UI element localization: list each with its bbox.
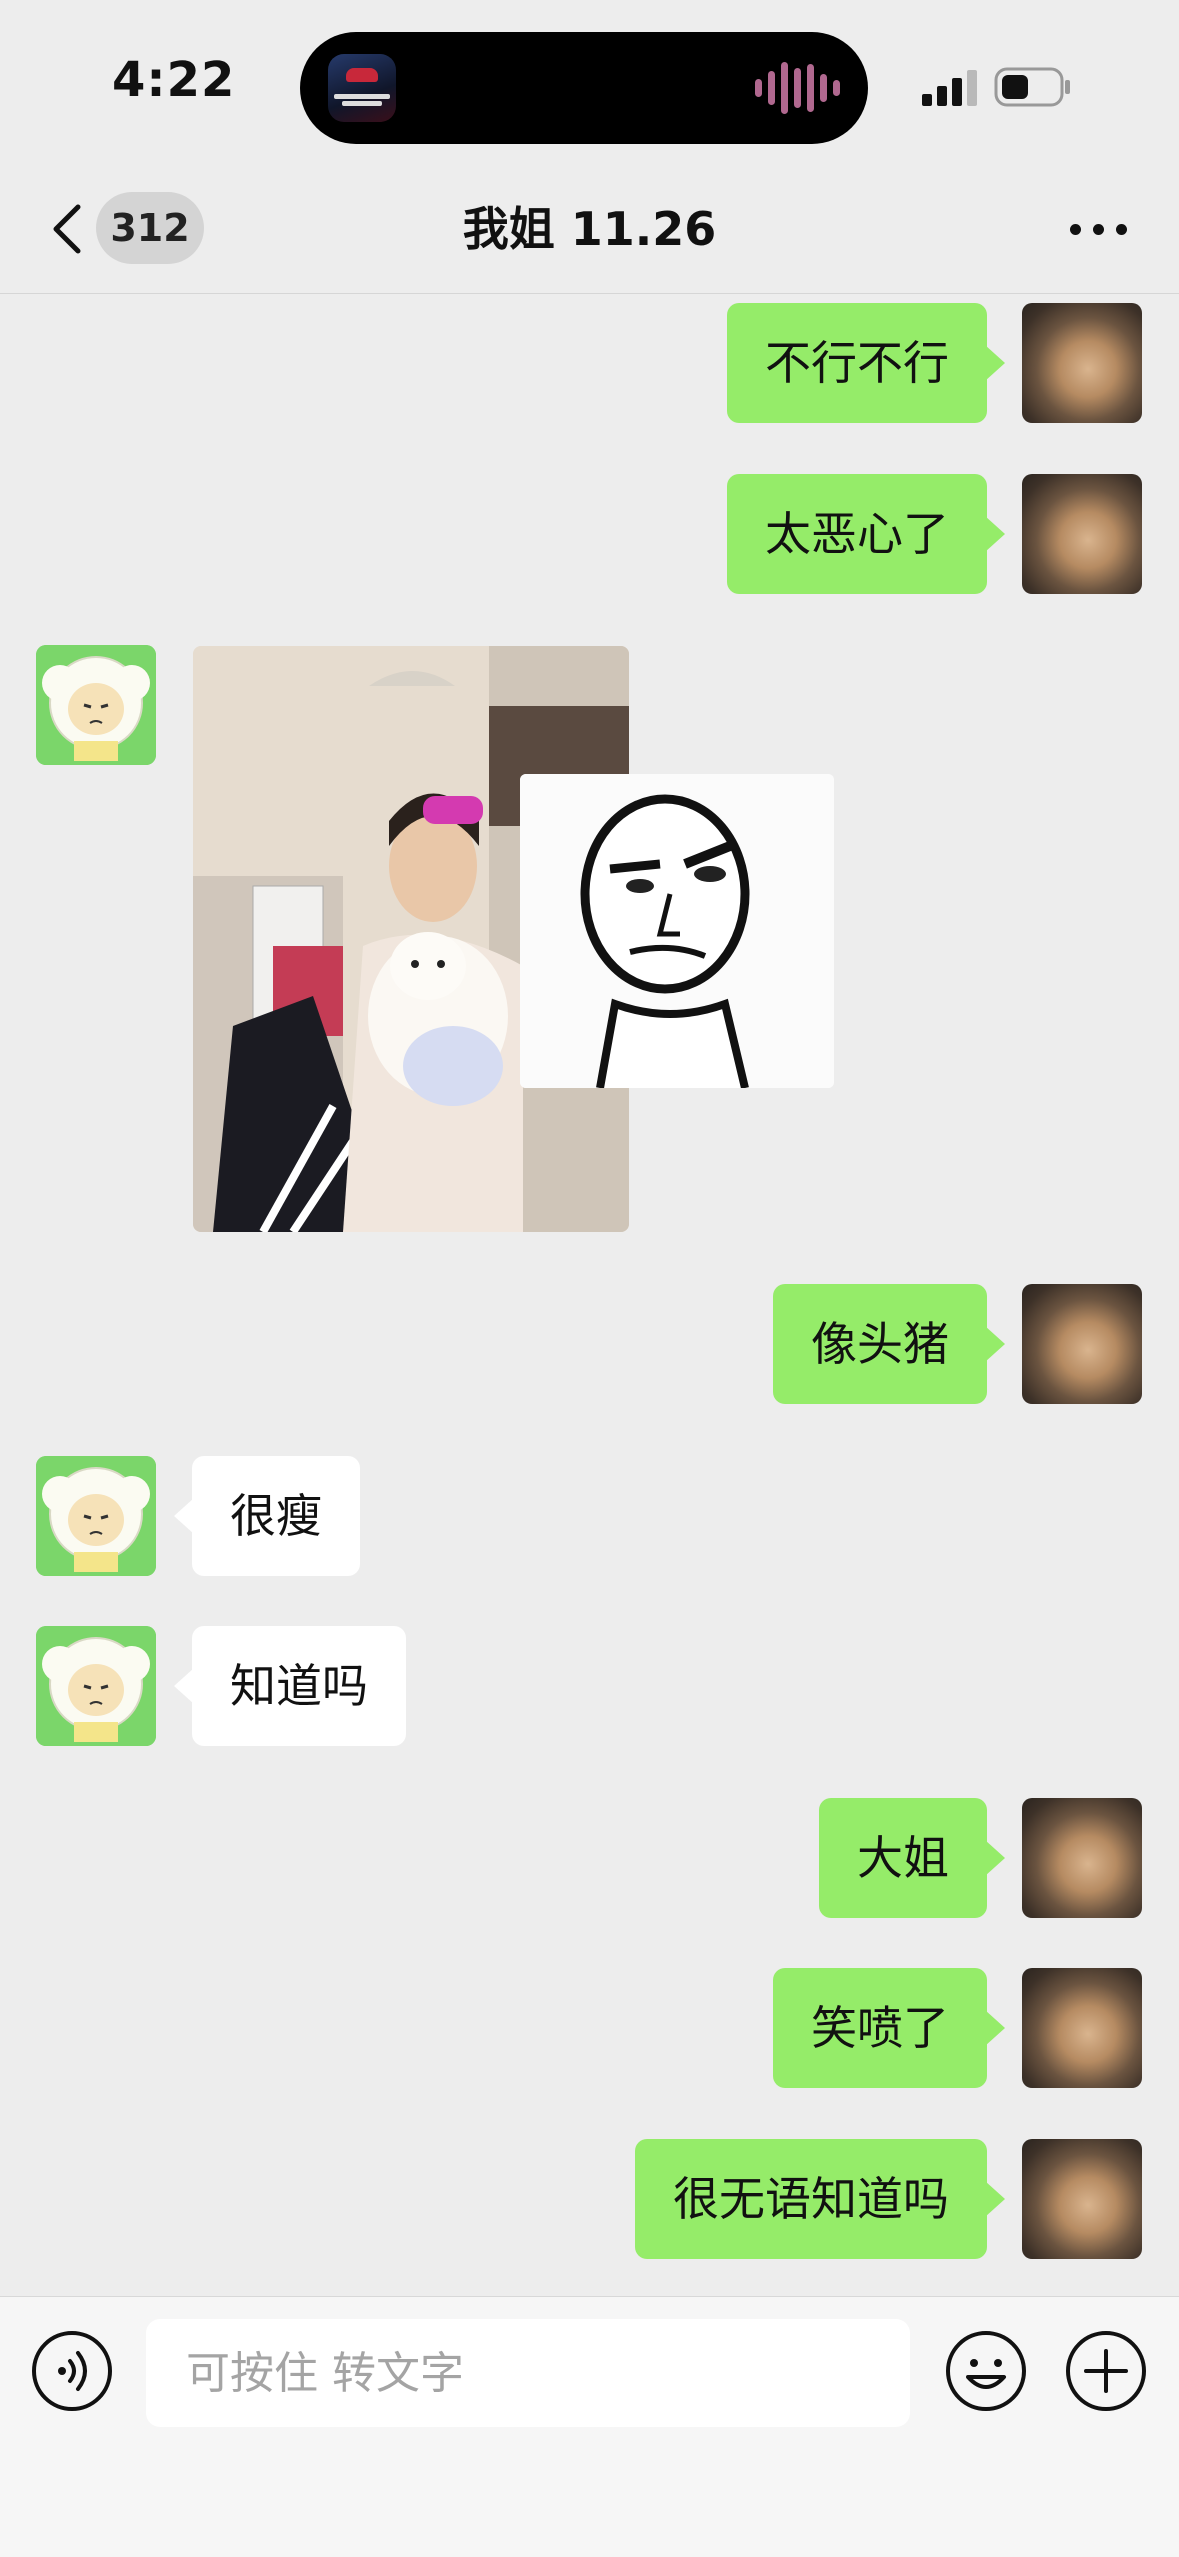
my-avatar[interactable]: [1022, 1798, 1142, 1918]
voice-icon[interactable]: [30, 2329, 114, 2413]
status-bar: 4:22: [0, 0, 1179, 165]
outgoing-message[interactable]: 很无语知道吗: [635, 2139, 1005, 2259]
incoming-message[interactable]: 知道吗: [174, 1626, 406, 1746]
romance-city-app-icon: [328, 54, 396, 122]
incoming-message[interactable]: 很瘦: [174, 1456, 360, 1576]
sheep-avatar-icon: [36, 1456, 156, 1576]
sister-avatar[interactable]: [36, 645, 156, 765]
sister-avatar[interactable]: [36, 1626, 156, 1746]
sheep-avatar-icon: [36, 1626, 156, 1746]
my-avatar[interactable]: [1022, 1284, 1142, 1404]
sister-avatar[interactable]: [36, 1456, 156, 1576]
emoji-icon[interactable]: [944, 2329, 1028, 2413]
my-avatar[interactable]: [1022, 474, 1142, 594]
outgoing-message[interactable]: 不行不行: [727, 303, 1005, 423]
plus-icon[interactable]: [1064, 2329, 1148, 2413]
audio-waveform-icon: [755, 62, 840, 114]
my-avatar[interactable]: [1022, 303, 1142, 423]
meme-face-sticker[interactable]: [520, 774, 834, 1088]
my-avatar[interactable]: [1022, 2139, 1142, 2259]
outgoing-message[interactable]: 像头猪: [773, 1284, 1005, 1404]
more-dots-icon[interactable]: [1064, 213, 1134, 247]
status-time: 4:22: [112, 52, 236, 108]
my-avatar[interactable]: [1022, 1968, 1142, 2088]
chat-title: 我姐 11.26: [462, 202, 717, 256]
signal-icon: [922, 70, 977, 106]
sheep-avatar-icon: [36, 645, 156, 765]
outgoing-message[interactable]: 大姐: [819, 1798, 1005, 1918]
input-bar: [0, 2296, 1179, 2557]
battery-icon: [994, 67, 1070, 107]
chat-header: 312 我姐 11.26: [0, 165, 1179, 294]
message-input[interactable]: [146, 2319, 910, 2427]
outgoing-message[interactable]: 笑喷了: [773, 1968, 1005, 2088]
outgoing-message[interactable]: 太恶心了: [727, 474, 1005, 594]
dynamic-island: [300, 32, 868, 144]
